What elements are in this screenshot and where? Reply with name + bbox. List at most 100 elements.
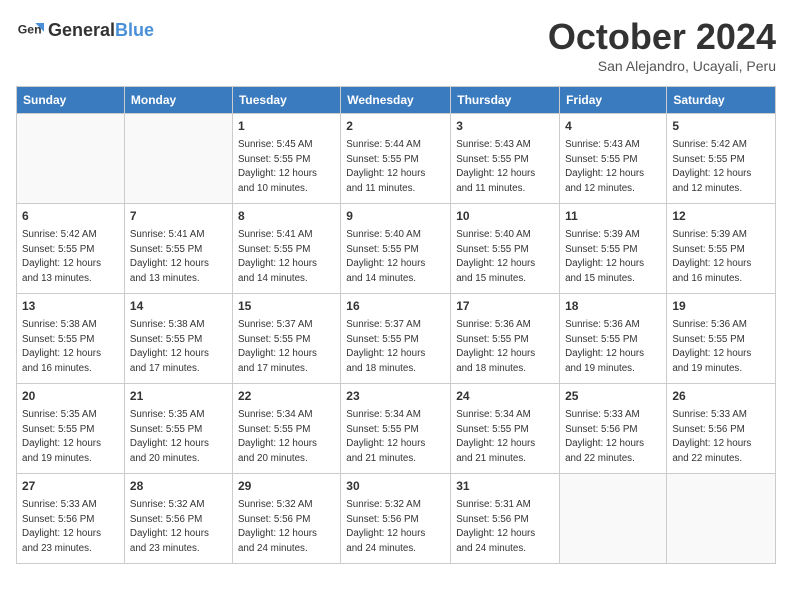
- day-number: 23: [346, 388, 445, 405]
- day-number: 10: [456, 208, 554, 225]
- week-row-1: 1 Sunrise: 5:45 AM Sunset: 5:55 PM Daylig…: [17, 114, 776, 204]
- day-number: 20: [22, 388, 119, 405]
- week-row-5: 27 Sunrise: 5:33 AM Sunset: 5:56 PM Dayli…: [17, 474, 776, 564]
- calendar-cell: 27 Sunrise: 5:33 AM Sunset: 5:56 PM Dayli…: [17, 474, 125, 564]
- day-number: 11: [565, 208, 661, 225]
- calendar-cell: 21 Sunrise: 5:35 AM Sunset: 5:55 PM Dayli…: [124, 384, 232, 474]
- calendar-cell: 7 Sunrise: 5:41 AM Sunset: 5:55 PM Daylig…: [124, 204, 232, 294]
- logo-icon: Gen: [16, 16, 44, 44]
- day-number: 12: [672, 208, 770, 225]
- day-number: 22: [238, 388, 335, 405]
- day-number: 31: [456, 478, 554, 495]
- day-detail: Sunrise: 5:42 AM Sunset: 5:55 PM Dayligh…: [22, 229, 101, 284]
- calendar-cell: [17, 114, 125, 204]
- calendar-cell: 23Sunrise: 5:34 AM Sunset: 5:55 PM Dayli…: [341, 384, 451, 474]
- day-detail: Sunrise: 5:36 AM Sunset: 5:55 PM Dayligh…: [456, 319, 535, 374]
- day-number: 2: [346, 118, 445, 135]
- weekday-friday: Friday: [560, 87, 667, 114]
- calendar-cell: 26Sunrise: 5:33 AM Sunset: 5:56 PM Dayli…: [667, 384, 776, 474]
- calendar-cell: 5 Sunrise: 5:42 AM Sunset: 5:55 PM Daylig…: [667, 114, 776, 204]
- day-detail: Sunrise: 5:40 AM Sunset: 5:55 PM Dayligh…: [346, 229, 425, 284]
- day-detail: Sunrise: 5:39 AM Sunset: 5:55 PM Dayligh…: [565, 229, 644, 284]
- weekday-wednesday: Wednesday: [341, 87, 451, 114]
- day-detail: Sunrise: 5:35 AM Sunset: 5:55 PM Dayligh…: [130, 409, 209, 464]
- logo-blue: Blue: [115, 20, 154, 41]
- day-number: 9: [346, 208, 445, 225]
- day-detail: Sunrise: 5:34 AM Sunset: 5:55 PM Dayligh…: [238, 409, 317, 464]
- day-detail: Sunrise: 5:35 AM Sunset: 5:55 PM Dayligh…: [22, 409, 101, 464]
- day-number: 30: [346, 478, 445, 495]
- title-area: October 2024 San Alejandro, Ucayali, Per…: [548, 16, 776, 74]
- day-number: 13: [22, 298, 119, 315]
- weekday-sunday: Sunday: [17, 87, 125, 114]
- day-number: 26: [672, 388, 770, 405]
- calendar-cell: [667, 474, 776, 564]
- day-number: 15: [238, 298, 335, 315]
- calendar-cell: [124, 114, 232, 204]
- weekday-tuesday: Tuesday: [232, 87, 340, 114]
- day-number: 28: [130, 478, 227, 495]
- day-detail: Sunrise: 5:37 AM Sunset: 5:55 PM Dayligh…: [238, 319, 317, 374]
- day-detail: Sunrise: 5:34 AM Sunset: 5:55 PM Dayligh…: [456, 409, 535, 464]
- calendar-cell: 22 Sunrise: 5:34 AM Sunset: 5:55 PM Dayli…: [232, 384, 340, 474]
- day-number: 24: [456, 388, 554, 405]
- calendar-cell: 3 Sunrise: 5:43 AM Sunset: 5:55 PM Daylig…: [451, 114, 560, 204]
- day-detail: Sunrise: 5:32 AM Sunset: 5:56 PM Dayligh…: [238, 499, 317, 554]
- weekday-header-row: SundayMondayTuesdayWednesdayThursdayFrid…: [17, 87, 776, 114]
- day-number: 6: [22, 208, 119, 225]
- day-detail: Sunrise: 5:36 AM Sunset: 5:55 PM Dayligh…: [672, 319, 751, 374]
- location-title: San Alejandro, Ucayali, Peru: [548, 58, 776, 74]
- calendar-cell: 14Sunrise: 5:38 AM Sunset: 5:55 PM Dayli…: [124, 294, 232, 384]
- day-detail: Sunrise: 5:33 AM Sunset: 5:56 PM Dayligh…: [22, 499, 101, 554]
- calendar-cell: 11 Sunrise: 5:39 AM Sunset: 5:55 PM Dayli…: [560, 204, 667, 294]
- day-detail: Sunrise: 5:41 AM Sunset: 5:55 PM Dayligh…: [130, 229, 209, 284]
- day-detail: Sunrise: 5:42 AM Sunset: 5:55 PM Dayligh…: [672, 139, 751, 194]
- day-detail: Sunrise: 5:36 AM Sunset: 5:55 PM Dayligh…: [565, 319, 644, 374]
- day-number: 7: [130, 208, 227, 225]
- week-row-3: 13 Sunrise: 5:38 AM Sunset: 5:55 PM Dayli…: [17, 294, 776, 384]
- day-detail: Sunrise: 5:38 AM Sunset: 5:55 PM Dayligh…: [22, 319, 101, 374]
- month-title: October 2024: [548, 16, 776, 58]
- calendar-cell: 4 Sunrise: 5:43 AM Sunset: 5:55 PM Daylig…: [560, 114, 667, 204]
- day-number: 16: [346, 298, 445, 315]
- weekday-thursday: Thursday: [451, 87, 560, 114]
- calendar-cell: 6 Sunrise: 5:42 AM Sunset: 5:55 PM Daylig…: [17, 204, 125, 294]
- weekday-saturday: Saturday: [667, 87, 776, 114]
- calendar-cell: 30 Sunrise: 5:32 AM Sunset: 5:56 PM Dayli…: [341, 474, 451, 564]
- day-number: 5: [672, 118, 770, 135]
- calendar-cell: 18Sunrise: 5:36 AM Sunset: 5:55 PM Dayli…: [560, 294, 667, 384]
- day-detail: Sunrise: 5:43 AM Sunset: 5:55 PM Dayligh…: [456, 139, 535, 194]
- logo-general: General: [48, 20, 115, 41]
- logo: Gen General Blue: [16, 16, 154, 44]
- day-detail: Sunrise: 5:31 AM Sunset: 5:56 PM Dayligh…: [456, 499, 535, 554]
- day-number: 19: [672, 298, 770, 315]
- calendar-cell: 10Sunrise: 5:40 AM Sunset: 5:55 PM Dayli…: [451, 204, 560, 294]
- calendar-cell: 29 Sunrise: 5:32 AM Sunset: 5:56 PM Dayli…: [232, 474, 340, 564]
- day-number: 1: [238, 118, 335, 135]
- calendar-cell: 8Sunrise: 5:41 AM Sunset: 5:55 PM Daylig…: [232, 204, 340, 294]
- day-detail: Sunrise: 5:43 AM Sunset: 5:55 PM Dayligh…: [565, 139, 644, 194]
- day-number: 21: [130, 388, 227, 405]
- calendar-cell: 1 Sunrise: 5:45 AM Sunset: 5:55 PM Daylig…: [232, 114, 340, 204]
- day-number: 27: [22, 478, 119, 495]
- day-number: 8: [238, 208, 335, 225]
- calendar-cell: 12 Sunrise: 5:39 AM Sunset: 5:55 PM Dayli…: [667, 204, 776, 294]
- day-number: 29: [238, 478, 335, 495]
- day-number: 14: [130, 298, 227, 315]
- day-detail: Sunrise: 5:44 AM Sunset: 5:55 PM Dayligh…: [346, 139, 425, 194]
- calendar-cell: 28 Sunrise: 5:32 AM Sunset: 5:56 PM Dayli…: [124, 474, 232, 564]
- calendar-cell: 25Sunrise: 5:33 AM Sunset: 5:56 PM Dayli…: [560, 384, 667, 474]
- calendar: SundayMondayTuesdayWednesdayThursdayFrid…: [16, 86, 776, 564]
- calendar-cell: 17Sunrise: 5:36 AM Sunset: 5:55 PM Dayli…: [451, 294, 560, 384]
- day-detail: Sunrise: 5:45 AM Sunset: 5:55 PM Dayligh…: [238, 139, 317, 194]
- day-detail: Sunrise: 5:39 AM Sunset: 5:55 PM Dayligh…: [672, 229, 751, 284]
- day-detail: Sunrise: 5:32 AM Sunset: 5:56 PM Dayligh…: [130, 499, 209, 554]
- day-detail: Sunrise: 5:33 AM Sunset: 5:56 PM Dayligh…: [565, 409, 644, 464]
- day-number: 4: [565, 118, 661, 135]
- calendar-cell: 24 Sunrise: 5:34 AM Sunset: 5:55 PM Dayli…: [451, 384, 560, 474]
- calendar-cell: 16Sunrise: 5:37 AM Sunset: 5:55 PM Dayli…: [341, 294, 451, 384]
- day-detail: Sunrise: 5:32 AM Sunset: 5:56 PM Dayligh…: [346, 499, 425, 554]
- day-number: 3: [456, 118, 554, 135]
- calendar-cell: 19 Sunrise: 5:36 AM Sunset: 5:55 PM Dayli…: [667, 294, 776, 384]
- calendar-cell: 2 Sunrise: 5:44 AM Sunset: 5:55 PM Daylig…: [341, 114, 451, 204]
